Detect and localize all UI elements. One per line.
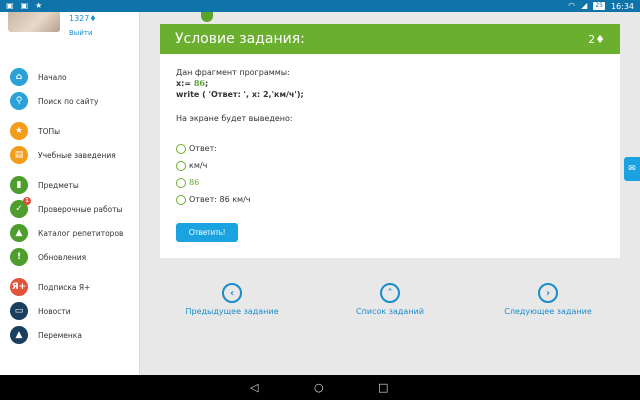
sidebar-item-label: Проверочные работы [38,204,123,214]
clock: 16:34 [610,1,634,11]
answer-option-label: Ответ: 86 км/ч [189,195,251,204]
answer-options: Ответ: км/ч 86 Ответ: 86 км/ч [176,140,620,208]
wifi-icon: ◠ [568,1,576,10]
sidebar-item-label: Новости [38,306,71,316]
task-card: Условие задания: 2♦ Дан фрагмент програм… [160,24,620,258]
sidebar-item-label: Учебные заведения [38,150,116,160]
sidebar-item-label: Подписка Я+ [38,282,91,292]
back-icon[interactable]: ◁ [250,381,258,394]
task-title: Условие задания: [175,31,305,47]
star-icon: ★ [35,1,43,10]
sidebar-item[interactable]: ! Обновления [0,245,140,269]
breadcrumb [160,12,620,22]
sidebar-menu: ⌂ Начало ⚲ Поиск по сайту ★ ТОПы ▤ Учебные заве… [0,65,140,347]
prev-task-link[interactable]: ‹ Предыдущее задание [177,283,287,316]
chevron-up-icon[interactable]: ˄ [380,283,400,303]
code-number: 86 [193,78,205,88]
task-question: На экране будет выведено: [176,114,293,123]
sidebar-item[interactable]: Я+ Подписка Я+ [0,275,140,299]
sidebar-item[interactable]: ⚲ Поиск по сайту [0,89,140,113]
profile-block: 1327♦ Выйти [0,12,139,58]
status-bar: ▣ ▣ ★ ◠ ◢ 25 16:34 [0,0,640,12]
check-icon: ✓ 1 [10,197,31,218]
sidebar-item[interactable]: ★ ТОПы [0,119,140,143]
prev-task-label[interactable]: Предыдущее задание [177,307,287,316]
avatar[interactable] [8,12,60,32]
ya-plus-icon: Я+ [10,278,28,296]
image-icon: ▣ [20,1,29,10]
image-icon: ▣ [6,1,14,10]
search-icon: ⚲ [10,92,28,110]
chat-icon: ▭ [10,302,28,320]
sidebar: 1327♦ Выйти ⌂ Начало ⚲ Поиск по сайту ★ ТОПы ▤… [0,12,140,375]
sidebar-item-label: Начало [38,72,67,82]
radio-button[interactable] [176,177,186,188]
task-list-link[interactable]: ˄ Список заданий [335,283,445,316]
sidebar-item-label: Переменка [38,330,82,340]
sidebar-item[interactable]: ▮ Предметы [0,173,140,197]
task-intro: Дан фрагмент программы: [176,68,290,77]
chevron-left-icon[interactable]: ‹ [222,283,242,303]
task-list-label[interactable]: Список заданий [335,307,445,316]
home-icon: ⌂ [10,68,28,86]
answer-option[interactable]: Ответ: 86 км/ч [176,191,620,208]
bell-icon: ▲ [10,326,28,344]
sidebar-item-label: ТОПы [38,126,61,136]
code-text: ; [205,79,209,88]
chevron-right-icon[interactable]: › [538,283,558,303]
answer-option[interactable]: км/ч [176,157,620,174]
signal-icon: ◢ [581,1,588,10]
next-task-link[interactable]: › Следующее задание [493,283,603,316]
exclamation-icon: ! [10,248,28,266]
task-body: Дан фрагмент программы: x:= 86; write ( … [160,54,620,208]
answer-option-label: Ответ: [189,144,217,153]
answer-option[interactable]: 86 [176,174,620,191]
task-points: 2♦ [588,32,605,46]
breadcrumb-step-indicator [201,12,213,22]
answer-button[interactable]: Ответить! [176,223,238,242]
home-icon[interactable]: ○ [314,381,324,394]
sidebar-item[interactable]: ▤ Учебные заведения [0,143,140,167]
sidebar-item-label: Предметы [38,180,79,190]
radio-button[interactable] [176,160,186,171]
sidebar-item-label: Каталог репетиторов [38,228,124,238]
sidebar-item[interactable]: ▭ Новости [0,299,140,323]
answer-option-label: км/ч [189,161,208,170]
mail-icon[interactable]: ✉ [624,157,640,181]
code-line-2: write ( 'Ответ: ', x: 2,'км/ч'); [176,90,304,99]
answer-option-label: 86 [189,178,200,187]
sidebar-item[interactable]: ⌂ Начало [0,65,140,89]
radio-button[interactable] [176,194,186,205]
sidebar-item[interactable]: ▲ Каталог репетиторов [0,221,140,245]
logout-link[interactable]: Выйти [69,29,93,37]
notification-badge: 1 [23,197,31,205]
graduation-cap-icon: ▲ [10,224,28,242]
sidebar-item-label: Обновления [38,252,87,262]
building-icon: ▤ [10,146,28,164]
sidebar-item-label: Поиск по сайту [38,96,99,106]
code-text: x:= [176,79,194,88]
star-icon: ★ [10,122,28,140]
radio-button[interactable] [176,143,186,154]
sidebar-item[interactable]: ✓ 1 Проверочные работы [0,197,140,221]
battery-indicator: 25 [593,2,605,10]
task-header: Условие задания: 2♦ [160,24,620,54]
book-icon: ▮ [10,176,28,194]
next-task-label[interactable]: Следующее задание [493,307,603,316]
score-counter: 1327♦ [69,14,97,23]
sidebar-item[interactable]: ▲ Переменка [0,323,140,347]
system-nav-bar: ◁ ○ □ [0,375,640,400]
answer-option[interactable]: Ответ: [176,140,620,157]
code-line-1: x:= 86; [176,78,620,89]
recents-icon[interactable]: □ [378,381,388,394]
